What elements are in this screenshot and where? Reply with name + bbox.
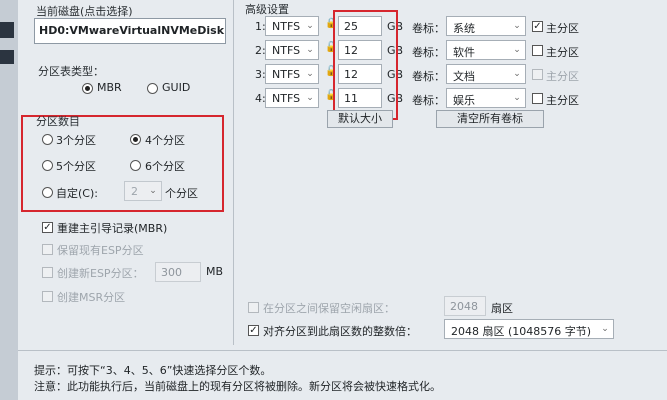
default-size-button[interactable]: 默认大小 [327, 110, 393, 128]
partition-table-label: 分区表类型： [38, 65, 104, 78]
custom-count-combo[interactable]: 2 ⌄ [124, 181, 162, 201]
volume-label-value: 文档 [453, 70, 475, 83]
volume-label-text: 卷标： [412, 22, 445, 35]
custom-count-value: 2 [131, 185, 138, 198]
chevron-down-icon: ⌄ [306, 69, 314, 79]
create-msr-checkbox[interactable] [42, 291, 53, 302]
radio-custom[interactable] [42, 187, 53, 198]
rebuild-mbr-label[interactable]: 重建主引导记录(MBR) [57, 220, 167, 236]
primary-label: 主分区 [546, 46, 579, 59]
chevron-down-icon: ⌄ [513, 21, 521, 31]
chevron-down-icon: ⌄ [149, 186, 157, 196]
chevron-down-icon: ⌄ [513, 45, 521, 55]
volume-label-combo-1[interactable]: 系统 ⌄ [446, 16, 526, 36]
align-sectors-combo[interactable]: 2048 扇区 (1048576 字节) ⌄ [444, 319, 614, 339]
primary-label: 主分区 [546, 70, 579, 83]
create-msr-label[interactable]: 创建MSR分区 [57, 289, 125, 305]
reserve-sectors-input[interactable]: 2048 [444, 296, 486, 316]
section-divider [233, 0, 234, 345]
esp-size-unit: MB [206, 265, 224, 278]
custom-count-unit: 个分区 [165, 187, 198, 200]
radio-guid-label[interactable]: GUID [162, 81, 190, 94]
radio-5-partitions-label[interactable]: 5个分区 [56, 158, 96, 174]
radio-4-partitions[interactable] [130, 134, 141, 145]
reserve-sectors-value: 2048 [450, 300, 478, 313]
fs-value: NTFS [272, 20, 301, 33]
primary-checkbox-4[interactable] [532, 93, 543, 104]
edge-block [0, 22, 14, 38]
edge-block [0, 50, 14, 64]
radio-6-partitions-label[interactable]: 6个分区 [145, 158, 185, 174]
create-esp-checkbox[interactable] [42, 267, 53, 278]
radio-6-partitions[interactable] [130, 160, 141, 171]
volume-label-text: 卷标： [412, 46, 445, 59]
esp-size-value: 300 [161, 266, 182, 279]
reserve-sectors-checkbox[interactable] [248, 302, 259, 313]
align-partitions-label[interactable]: 对齐分区到此扇区数的整数倍： [263, 323, 417, 339]
radio-guid[interactable] [147, 83, 158, 94]
radio-3-partitions[interactable] [42, 134, 53, 145]
keep-esp-checkbox[interactable] [42, 244, 53, 255]
chevron-down-icon: ⌄ [513, 69, 521, 79]
chevron-down-icon: ⌄ [513, 93, 521, 103]
current-disk-value: HD0:VMwareVirtualNVMeDisk [39, 24, 225, 37]
align-partitions-checkbox[interactable]: ✓ [248, 325, 259, 336]
volume-label-text: 卷标： [412, 94, 445, 107]
radio-3-partitions-label[interactable]: 3个分区 [56, 132, 96, 148]
chevron-down-icon: ⌄ [601, 324, 609, 334]
radio-4-partitions-label[interactable]: 4个分区 [145, 132, 185, 148]
current-disk-selector[interactable]: HD0:VMwareVirtualNVMeDisk [34, 18, 226, 44]
fs-combo-3[interactable]: NTFS ⌄ [265, 64, 319, 84]
fs-value: NTFS [272, 92, 301, 105]
size-column-annotation [333, 10, 398, 120]
fs-combo-2[interactable]: NTFS ⌄ [265, 40, 319, 60]
footer-tip: 提示：可按下“3、4、5、6”快速选择分区个数。 [34, 364, 272, 377]
reserve-sectors-label[interactable]: 在分区之间保留空闲扇区： [263, 300, 395, 316]
reserve-sectors-unit: 扇区 [491, 302, 513, 315]
radio-mbr[interactable] [82, 83, 93, 94]
volume-label-value: 软件 [453, 46, 475, 59]
primary-checkbox-2[interactable] [532, 45, 543, 56]
volume-label-value: 娱乐 [453, 94, 475, 107]
primary-label: 主分区 [546, 22, 579, 35]
footer-note: 注意：此功能执行后，当前磁盘上的现有分区将被删除。新分区将会被快速格式化。 [34, 380, 441, 393]
esp-size-input[interactable]: 300 [155, 262, 201, 282]
keep-esp-label[interactable]: 保留现有ESP分区 [57, 242, 144, 258]
rebuild-mbr-checkbox[interactable]: ✓ [42, 222, 53, 233]
volume-label-value: 系统 [453, 22, 475, 35]
fs-value: NTFS [272, 68, 301, 81]
primary-checkbox-1[interactable]: ✓ [532, 21, 543, 32]
fs-value: NTFS [272, 44, 301, 57]
volume-label-combo-3[interactable]: 文档 ⌄ [446, 64, 526, 84]
footer-divider [18, 350, 667, 351]
radio-mbr-label[interactable]: MBR [97, 81, 122, 94]
primary-checkbox-3[interactable] [532, 69, 543, 80]
volume-label-text: 卷标： [412, 70, 445, 83]
current-disk-label: 当前磁盘(点击选择) [36, 5, 133, 18]
chevron-down-icon: ⌄ [306, 21, 314, 31]
chevron-down-icon: ⌄ [306, 93, 314, 103]
clear-labels-button[interactable]: 清空所有卷标 [436, 110, 544, 128]
chevron-down-icon: ⌄ [306, 45, 314, 55]
advanced-settings-label: 高级设置 [245, 3, 289, 16]
create-esp-label[interactable]: 创建新ESP分区： [57, 265, 144, 281]
background-window-edge [0, 0, 18, 400]
primary-label: 主分区 [546, 94, 579, 107]
align-sectors-value: 2048 扇区 (1048576 字节) [451, 325, 592, 338]
partition-count-label: 分区数目 [36, 115, 80, 128]
volume-label-combo-2[interactable]: 软件 ⌄ [446, 40, 526, 60]
volume-label-combo-4[interactable]: 娱乐 ⌄ [446, 88, 526, 108]
radio-custom-label[interactable]: 自定(C): [56, 185, 98, 201]
fs-combo-4[interactable]: NTFS ⌄ [265, 88, 319, 108]
radio-5-partitions[interactable] [42, 160, 53, 171]
fs-combo-1[interactable]: NTFS ⌄ [265, 16, 319, 36]
